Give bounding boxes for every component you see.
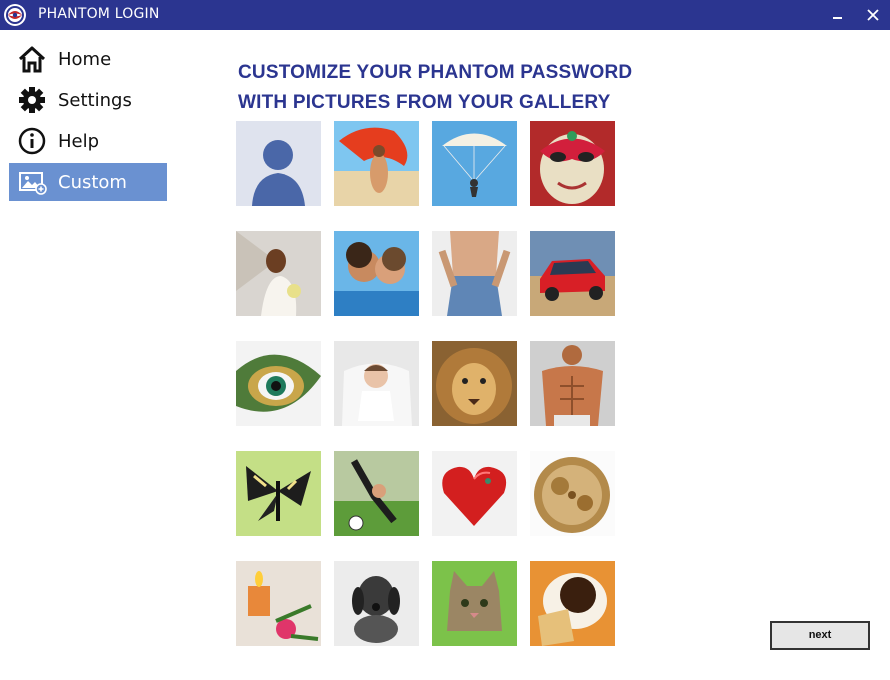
page-heading: CUSTOMIZE YOUR PHANTOM PASSWORD WITH PIC… — [238, 58, 632, 118]
heading-line: CUSTOMIZE YOUR PHANTOM PASSWORD — [238, 62, 633, 83]
gallery-tile-kitten[interactable] — [432, 561, 517, 646]
window-title: PHANTOM LOGIN — [38, 6, 160, 22]
sidebar-item-home[interactable]: Home — [9, 40, 167, 78]
sidebar-item-label: Custom — [58, 171, 127, 193]
gear-icon — [17, 85, 47, 115]
gallery-tile-rally-car[interactable] — [530, 231, 615, 316]
home-icon — [17, 44, 47, 74]
title-bar: PHANTOM LOGIN — [0, 0, 890, 30]
gallery-tile-woman-red-scarf[interactable] — [334, 121, 419, 206]
gallery-tile-soccer-kid[interactable] — [334, 451, 419, 536]
gallery-tile-red-heart-box[interactable] — [432, 451, 517, 536]
sidebar-nav: Home Settings Help Custom — [9, 40, 167, 204]
gallery-tile-parachutist[interactable] — [432, 121, 517, 206]
minimize-icon — [833, 17, 842, 19]
image-add-icon — [17, 167, 47, 197]
gallery-tile-baby[interactable] — [334, 341, 419, 426]
next-button[interactable]: next — [770, 621, 870, 650]
gallery-tile-pocket-watch[interactable] — [530, 451, 615, 536]
gallery-tile-coffee-cookie[interactable] — [530, 561, 615, 646]
info-icon — [17, 126, 47, 156]
gallery-tile-couple-kissing[interactable] — [334, 231, 419, 316]
gallery-tile-bride[interactable] — [236, 231, 321, 316]
sidebar-item-settings[interactable]: Settings — [9, 81, 167, 119]
heading-line: WITH PICTURES FROM YOUR GALLERY — [238, 92, 611, 113]
sidebar-item-custom[interactable]: Custom — [9, 163, 167, 201]
gallery-tile-puppy[interactable] — [334, 561, 419, 646]
gallery-tile-person-silhouette[interactable] — [236, 121, 321, 206]
minimize-button[interactable] — [827, 4, 849, 26]
close-icon — [867, 9, 879, 21]
gallery-tile-peacock-eye[interactable] — [236, 341, 321, 426]
close-button[interactable] — [862, 4, 884, 26]
gallery-tile-jeans-torso[interactable] — [432, 231, 517, 316]
sidebar-item-label: Home — [58, 48, 112, 70]
gallery-tile-candle-rose[interactable] — [236, 561, 321, 646]
gallery-tile-lion[interactable] — [432, 341, 517, 426]
phantom-logo-icon — [3, 3, 27, 27]
sidebar-item-help[interactable]: Help — [9, 122, 167, 160]
gallery-tile-venetian-mask[interactable] — [530, 121, 615, 206]
gallery-tile-butterfly[interactable] — [236, 451, 321, 536]
gallery-tile-muscular-man[interactable] — [530, 341, 615, 426]
sidebar-item-label: Settings — [58, 89, 132, 111]
sidebar-item-label: Help — [58, 130, 100, 152]
